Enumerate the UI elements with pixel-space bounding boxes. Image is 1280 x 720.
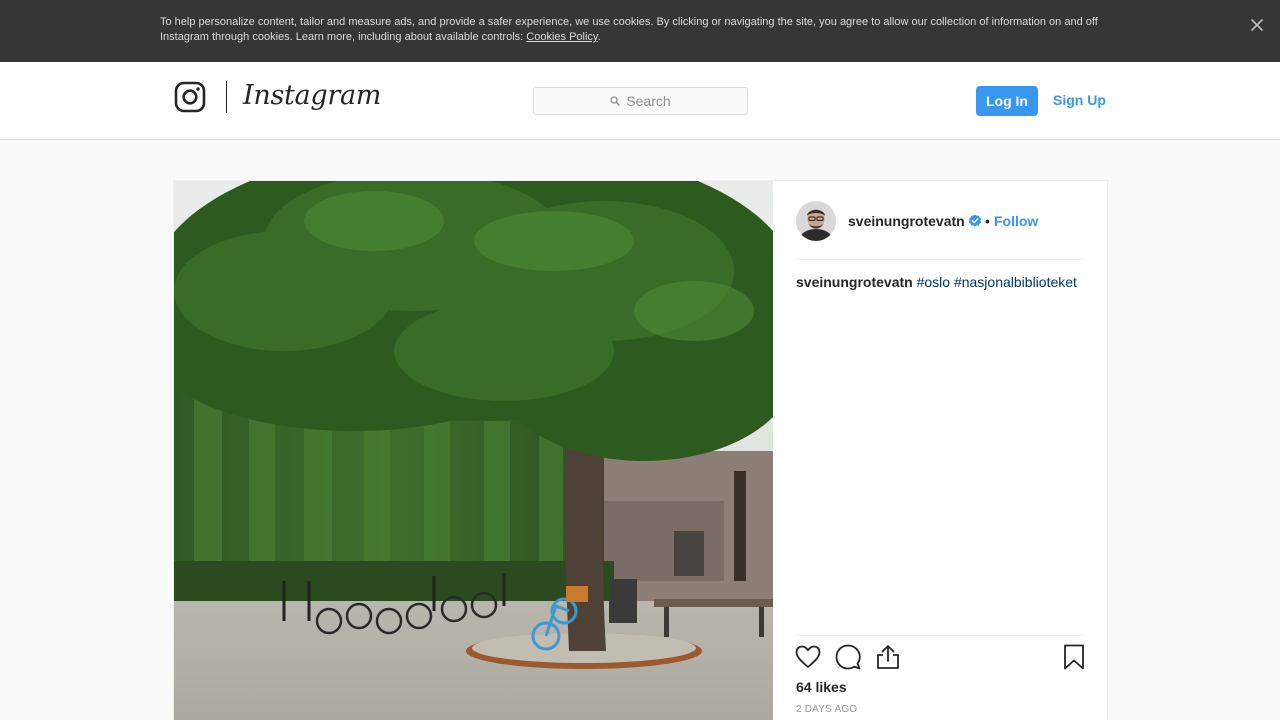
verified-badge-icon — [968, 214, 982, 227]
logo-divider — [226, 81, 227, 113]
post-card: sveinungrotevatn • Follow sveinungroteva… — [173, 180, 1108, 720]
login-button[interactable]: Log In — [976, 86, 1038, 116]
cookie-message: To help personalize content, tailor and … — [160, 16, 1098, 43]
share-button[interactable] — [874, 643, 902, 671]
comment-button[interactable] — [834, 643, 862, 671]
follow-button[interactable]: Follow — [994, 213, 1038, 229]
like-button[interactable] — [794, 643, 822, 671]
instagram-camera-icon[interactable] — [174, 81, 206, 113]
header-divider — [796, 259, 1084, 260]
cookie-close-button[interactable] — [1247, 15, 1267, 35]
signup-link[interactable]: Sign Up — [1053, 92, 1106, 108]
actions-divider — [796, 635, 1084, 636]
save-button[interactable] — [1060, 643, 1088, 671]
search-input[interactable]: Search — [533, 87, 748, 115]
cookie-period: . — [597, 31, 601, 43]
separator-dot: • — [985, 213, 990, 229]
post-sidebar: sveinungrotevatn • Follow sveinungroteva… — [773, 181, 1109, 720]
hashtag-oslo[interactable]: #oslo — [917, 274, 950, 290]
post-header: sveinungrotevatn • Follow — [796, 201, 1086, 241]
instagram-wordmark[interactable]: Instagram — [243, 80, 381, 111]
share-icon — [877, 645, 899, 669]
search-icon — [610, 96, 621, 106]
search-placeholder: Search — [626, 93, 671, 109]
post-timestamp[interactable]: 2 DAYS AGO — [796, 704, 857, 715]
post-photo[interactable] — [174, 181, 773, 720]
heart-icon — [795, 645, 821, 668]
likes-count[interactable]: 64 likes — [796, 679, 847, 695]
comment-icon — [835, 644, 861, 670]
hashtag-nasjonalbiblioteket[interactable]: #nasjonalbiblioteket — [954, 274, 1077, 290]
avatar-image — [796, 201, 836, 241]
cookie-banner: To help personalize content, tailor and … — [0, 0, 1280, 62]
caption-username[interactable]: sveinungrotevatn — [796, 274, 913, 290]
post-username[interactable]: sveinungrotevatn — [848, 213, 965, 229]
post-caption: sveinungrotevatn #oslo #nasjonalbibliote… — [796, 273, 1086, 291]
close-icon — [1251, 19, 1263, 31]
bookmark-icon — [1064, 644, 1084, 670]
cookies-policy-link[interactable]: Cookies Policy — [526, 31, 597, 43]
photo-tree-scene — [174, 181, 773, 720]
avatar[interactable] — [796, 201, 836, 241]
cookie-text: To help personalize content, tailor and … — [160, 15, 1120, 45]
top-nav: Instagram Search Log In Sign Up — [0, 62, 1280, 140]
